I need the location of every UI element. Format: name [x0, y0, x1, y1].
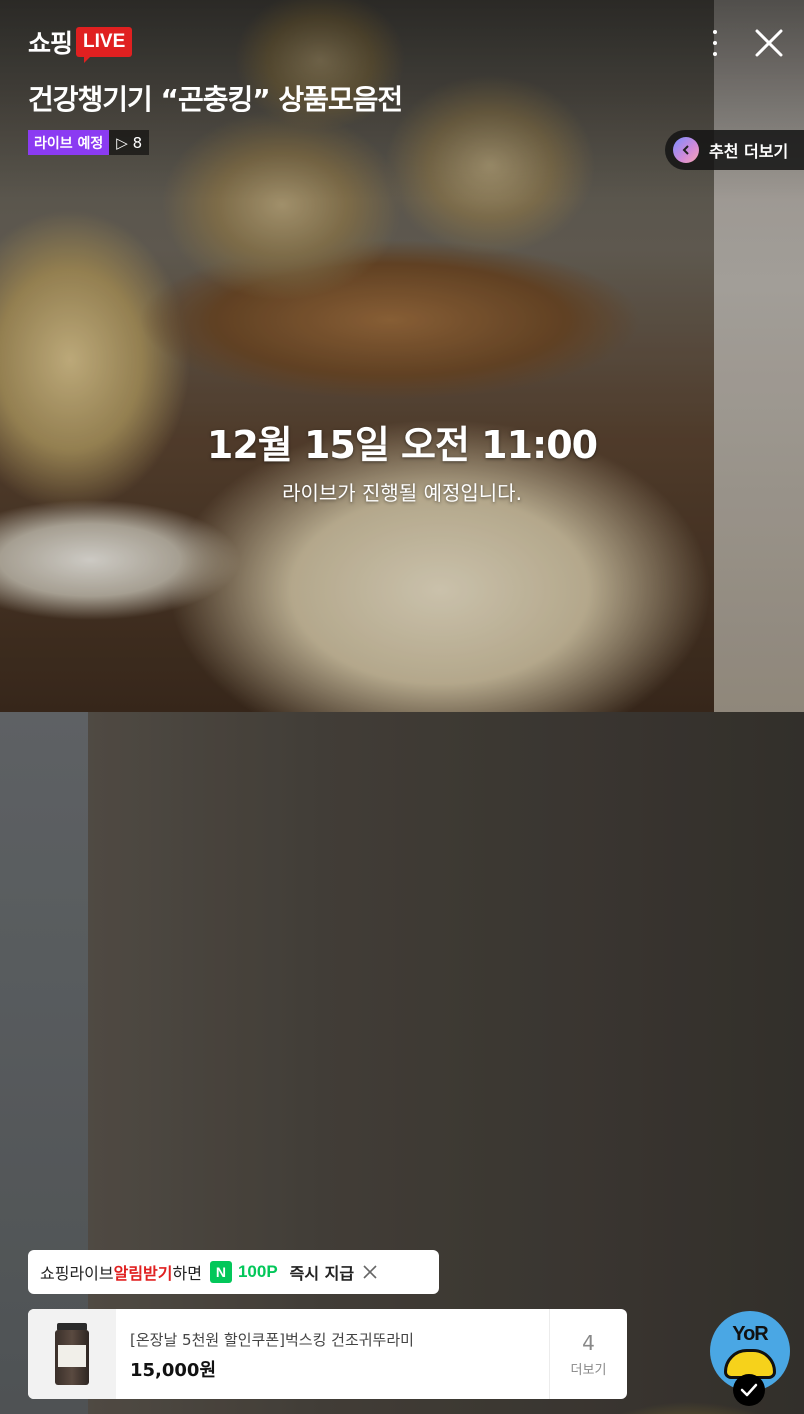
page-title: 건강챙기기 “곤충킹” 상품모음전 [28, 83, 403, 116]
product-more-label: 더보기 [570, 1362, 607, 1378]
product-card[interactable]: [온장날 5천원 할인쿠폰]벅스킹 건조귀뚜라미 15,000원 4 더보기 [28, 1309, 627, 1399]
view-count: ▷ 8 [109, 130, 150, 155]
overlay-dim [0, 0, 804, 1414]
background-video-preview [0, 0, 804, 1414]
logo-text: 쇼핑 [28, 29, 73, 58]
product-thumbnail[interactable] [28, 1309, 116, 1399]
notify-points: 100P [237, 1262, 278, 1281]
notify-prefix: 쇼핑라이브 [40, 1264, 114, 1283]
recommend-label: 추천 더보기 [709, 142, 789, 161]
notify-reward: 즉시 지급 [289, 1264, 355, 1283]
avatar-logo-text: YoR [732, 1323, 769, 1345]
schedule-datetime: 12월 15일 오전 11:00 [206, 423, 598, 467]
close-icon[interactable] [754, 28, 784, 58]
product-info[interactable]: [온장날 5천원 할인쿠폰]벅스킹 건조귀뚜라미 15,000원 [116, 1309, 549, 1399]
recommend-more-button[interactable]: 추천 더보기 [665, 130, 804, 170]
chevron-left-icon [673, 137, 699, 163]
check-icon[interactable] [733, 1374, 765, 1406]
schedule-info: 12월 15일 오전 11:00 라이브가 진행될 예정입니다. [0, 414, 804, 506]
alarm-subscribe-banner[interactable]: 쇼핑라이브 알림받기 하면 N 100P 즉시 지급 [28, 1250, 439, 1294]
notify-suffix: 하면 [172, 1264, 202, 1283]
product-more-button[interactable]: 4 더보기 [549, 1309, 627, 1399]
product-name: [온장날 5천원 할인쿠폰]벅스킹 건조귀뚜라미 [130, 1331, 414, 1349]
product-jar-image [55, 1323, 89, 1385]
product-count: 4 [582, 1330, 595, 1355]
notify-highlight[interactable]: 알림받기 [114, 1260, 173, 1284]
status-badge: 라이브 예정 [28, 130, 110, 155]
top-actions [700, 28, 784, 58]
close-icon[interactable] [362, 1264, 378, 1280]
shopping-live-logo: 쇼핑 LIVE [28, 24, 133, 63]
product-price: 15,000원 [130, 1360, 217, 1381]
status-row: 라이브 예정 ▷ 8 [28, 130, 150, 155]
naver-pay-icon: N [209, 1261, 232, 1283]
live-badge: LIVE [76, 27, 133, 63]
schedule-message: 라이브가 진행될 예정입니다. [282, 481, 522, 505]
more-options-icon[interactable] [700, 28, 730, 58]
